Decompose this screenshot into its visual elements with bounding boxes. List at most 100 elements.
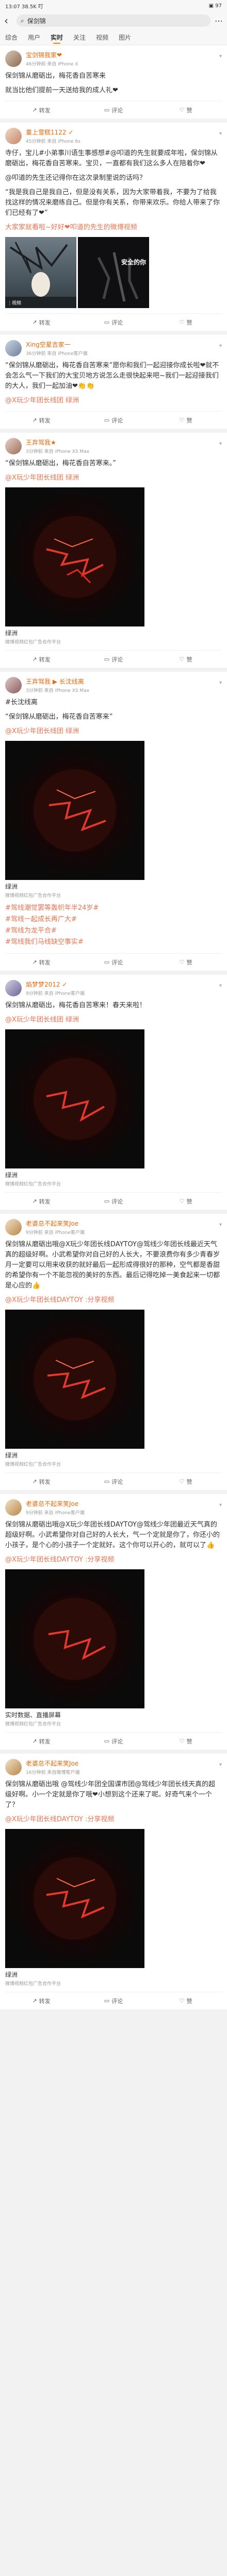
chevron-down-icon[interactable]: ▾ (219, 1502, 222, 1508)
video-thumbnail[interactable] (5, 487, 144, 626)
back-arrow-icon[interactable]: ‹ (4, 14, 12, 27)
share-button[interactable]: ↗ 转发 (5, 318, 77, 327)
hashtag[interactable]: #驾线我们马线缺空事实# (5, 937, 222, 948)
video-source: 微博视频红包广告合作平台 (5, 1462, 61, 1467)
share-button[interactable]: ↗ 转发 (5, 106, 77, 114)
avatar[interactable] (5, 1499, 22, 1516)
like-button[interactable]: ♡ 赞 (150, 1737, 222, 1745)
user-name[interactable]: 宝剑锦我家❤ (26, 50, 78, 59)
video-card[interactable]: 实时数据、直播屏幕 微博视频红包广告合作平台 (5, 1569, 222, 1727)
comment-button[interactable]: ▭ 评论 (77, 958, 150, 967)
like-button[interactable]: ♡ 赞 (150, 318, 222, 327)
post-pictures: ⋮视频 安全的你 (5, 237, 222, 308)
tab-video[interactable]: 视频 (96, 30, 108, 45)
avatar[interactable] (5, 50, 22, 67)
video-share-link[interactable]: @X玩少年团长线团 绿洲 (5, 396, 222, 406)
chevron-down-icon[interactable]: ▾ (219, 343, 222, 349)
user-name[interactable]: 焰梦梦2012 ✓ (26, 980, 85, 989)
share-button[interactable]: ↗ 转发 (5, 655, 77, 664)
video-thumbnail[interactable] (5, 1310, 144, 1449)
chevron-down-icon[interactable]: ▾ (219, 1222, 222, 1228)
video-share-link[interactable]: @X玩少年团长线团 绿洲 (5, 726, 222, 737)
share-button[interactable]: ↗ 转发 (5, 1737, 77, 1745)
chevron-down-icon[interactable]: ▾ (219, 680, 222, 686)
avatar[interactable] (5, 438, 22, 454)
video-card[interactable]: 绿洲 微博视频红包广告合作平台 (5, 1029, 222, 1187)
weibo-post: 老婆总不起来笑Joe 9分钟前 来自 iPhone客户端 ▾ 保剑锦从磨砺出哦@… (0, 1494, 227, 1750)
like-button[interactable]: ♡ 赞 (150, 1197, 222, 1206)
tab-realtime[interactable]: 实时 (51, 30, 63, 45)
user-name[interactable]: 老婆总不起来笑Joe (26, 1499, 85, 1508)
video-share-link[interactable]: @X玩少年团长线DAYTOY :分享视频 (5, 1295, 222, 1306)
search-input[interactable]: ⌕ 保剑锦 (17, 14, 210, 27)
user-name[interactable]: 王弃驾我 ▶ 长沈线离 (26, 677, 89, 686)
post-actions: ↗ 转发 ▭ 评论 ♡ 赞 (5, 953, 222, 971)
share-button[interactable]: ↗ 转发 (5, 1197, 77, 1206)
tab-all[interactable]: 综合 (5, 30, 18, 45)
video-thumbnail[interactable] (5, 1829, 144, 1968)
avatar[interactable] (5, 340, 22, 357)
hashtag[interactable]: #驾线一起成长再广大# (5, 914, 222, 925)
comment-button[interactable]: ▭ 评论 (77, 1997, 150, 2005)
video-share-link[interactable]: @X玩少年团长线团 绿洲 (5, 1015, 222, 1025)
video-thumbnail[interactable] (5, 741, 144, 880)
comment-button[interactable]: ▭ 评论 (77, 655, 150, 664)
chevron-down-icon[interactable]: ▾ (219, 131, 222, 137)
video-share-link[interactable]: @X玩少年团长线团 绿洲 (5, 473, 222, 483)
like-button[interactable]: ♡ 赞 (150, 106, 222, 114)
weibo-post: Xing空星吉家一 36分钟前 来自 iPhone客户端 ▾ “保剑锦从磨砺出，… (0, 335, 227, 429)
post-image[interactable]: ⋮视频 (5, 237, 76, 308)
comment-button[interactable]: ▭ 评论 (77, 1197, 150, 1206)
video-thumbnail[interactable] (5, 1029, 144, 1168)
avatar[interactable] (5, 677, 22, 693)
like-button[interactable]: ♡ 赞 (150, 1997, 222, 2005)
post-link[interactable]: 大家家就看啦~好好❤叩道的先生的微博视频 (5, 223, 222, 233)
like-button[interactable]: ♡ 赞 (150, 1478, 222, 1486)
video-card[interactable]: 绿洲 微博视频红包广告合作平台 (5, 741, 222, 899)
chevron-down-icon[interactable]: ▾ (219, 54, 222, 59)
hashtag[interactable]: #驾线为龙平合# (5, 925, 222, 937)
video-share-link[interactable]: @X玩少年团长线DAYTOY :分享视频 (5, 1815, 222, 1825)
red-orb-illustration (34, 769, 116, 852)
video-source: 微博视频红包广告合作平台 (5, 1182, 61, 1187)
comment-button[interactable]: ▭ 评论 (77, 106, 150, 114)
user-name[interactable]: Xing空星吉家一 (26, 340, 88, 349)
user-name[interactable]: 老婆总不起来笑Joe (26, 1759, 79, 1768)
chevron-down-icon[interactable]: ▾ (219, 1762, 222, 1768)
video-share-link[interactable]: @X玩少年团长线DAYTOY :分享视频 (5, 1555, 222, 1565)
post-image[interactable]: 安全的你 (78, 237, 149, 308)
hashtag[interactable]: #驾线潮觉罢等轰帜年半24岁# (5, 903, 222, 914)
avatar[interactable] (5, 1219, 22, 1235)
user-name[interactable]: 王弃驾我★ (26, 438, 89, 447)
share-button[interactable]: ↗ 转发 (5, 1478, 77, 1486)
tab-users[interactable]: 用户 (28, 30, 40, 45)
video-thumbnail[interactable] (5, 1569, 144, 1708)
like-button[interactable]: ♡ 赞 (150, 416, 222, 425)
user-name[interactable]: 老婆总不起来笑Joe (26, 1219, 85, 1228)
video-card[interactable]: 绿洲 微博视频红包广告合作平台 (5, 487, 222, 645)
comment-button[interactable]: ▭ 评论 (77, 318, 150, 327)
user-name[interactable]: 重上雪糕1122 ✓ (26, 128, 80, 137)
egg-tree-illustration (5, 242, 76, 308)
video-card[interactable]: 绿洲 微博视频红包广告合作平台 (5, 1310, 222, 1467)
video-card[interactable]: 绿洲 微博视频红包广告合作平台 (5, 1829, 222, 1987)
comment-icon: ▭ (104, 1198, 110, 1205)
avatar[interactable] (5, 128, 22, 144)
avatar[interactable] (5, 980, 22, 996)
comment-button[interactable]: ▭ 评论 (77, 416, 150, 425)
like-button[interactable]: ♡ 赞 (150, 958, 222, 967)
search-bar: ‹ ⌕ 保剑锦 ⋯ (0, 11, 227, 30)
avatar[interactable] (5, 1759, 22, 1775)
chevron-down-icon[interactable]: ▾ (219, 441, 222, 447)
share-button[interactable]: ↗ 转发 (5, 958, 77, 967)
comment-button[interactable]: ▭ 评论 (77, 1478, 150, 1486)
chevron-down-icon[interactable]: ▾ (219, 983, 222, 989)
tab-following[interactable]: 关注 (73, 30, 86, 45)
tab-pictures[interactable]: 图片 (119, 30, 131, 45)
comment-button[interactable]: ▭ 评论 (77, 1737, 150, 1745)
more-menu-icon[interactable]: ⋯ (215, 16, 223, 26)
share-button[interactable]: ↗ 转发 (5, 1997, 77, 2005)
share-button[interactable]: ↗ 转发 (5, 416, 77, 425)
like-button[interactable]: ♡ 赞 (150, 655, 222, 664)
post-actions: ↗ 转发 ▭ 评论 ♡ 赞 (5, 1192, 222, 1210)
